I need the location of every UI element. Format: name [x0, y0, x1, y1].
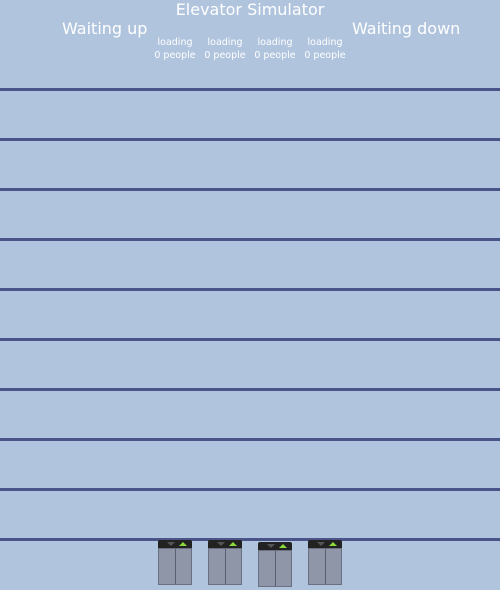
- elevator-state-text: loading: [257, 37, 293, 48]
- down-arrow-icon: [217, 542, 225, 546]
- elevator-status-2: loading 0 people: [200, 36, 250, 62]
- floor-indicator: [208, 540, 242, 548]
- elevator-status-4: loading 0 people: [300, 36, 350, 62]
- elevator-doors: [308, 548, 342, 585]
- elevator-people-count: 0 people: [154, 50, 196, 61]
- elevator-state-text: loading: [207, 37, 243, 48]
- down-arrow-icon: [267, 544, 275, 548]
- floor-line: [0, 388, 500, 391]
- up-arrow-icon: [229, 542, 237, 546]
- floor-line: [0, 188, 500, 191]
- waiting-up-label: Waiting up: [62, 19, 148, 38]
- down-arrow-icon: [167, 542, 175, 546]
- elevator-people-count: 0 people: [254, 50, 296, 61]
- elevator-doors: [258, 550, 292, 587]
- up-arrow-icon: [179, 542, 187, 546]
- elevator-doors: [158, 548, 192, 585]
- elevator-status-1: loading 0 people: [150, 36, 200, 62]
- floor-line: [0, 238, 500, 241]
- elevator-doors: [208, 548, 242, 585]
- page-title: Elevator Simulator: [175, 0, 325, 19]
- down-arrow-icon: [317, 542, 325, 546]
- up-arrow-icon: [279, 544, 287, 548]
- waiting-down-label: Waiting down: [352, 19, 461, 38]
- elevator-car-4: [308, 540, 342, 585]
- floor-line: [0, 438, 500, 441]
- floor-indicator: [308, 540, 342, 548]
- floor-line: [0, 288, 500, 291]
- elevator-car-2: [208, 540, 242, 585]
- elevator-car-3: [258, 542, 292, 587]
- floor-indicator: [158, 540, 192, 548]
- up-arrow-icon: [329, 542, 337, 546]
- floor-line: [0, 88, 500, 91]
- elevator-status-3: loading 0 people: [250, 36, 300, 62]
- elevator-state-text: loading: [307, 37, 343, 48]
- elevator-car-1: [158, 540, 192, 585]
- elevator-people-count: 0 people: [304, 50, 346, 61]
- floor-line: [0, 138, 500, 141]
- floor-line: [0, 538, 500, 541]
- elevator-people-count: 0 people: [204, 50, 246, 61]
- floor-line: [0, 488, 500, 491]
- floor-indicator: [258, 542, 292, 550]
- elevator-state-text: loading: [157, 37, 193, 48]
- floor-line: [0, 338, 500, 341]
